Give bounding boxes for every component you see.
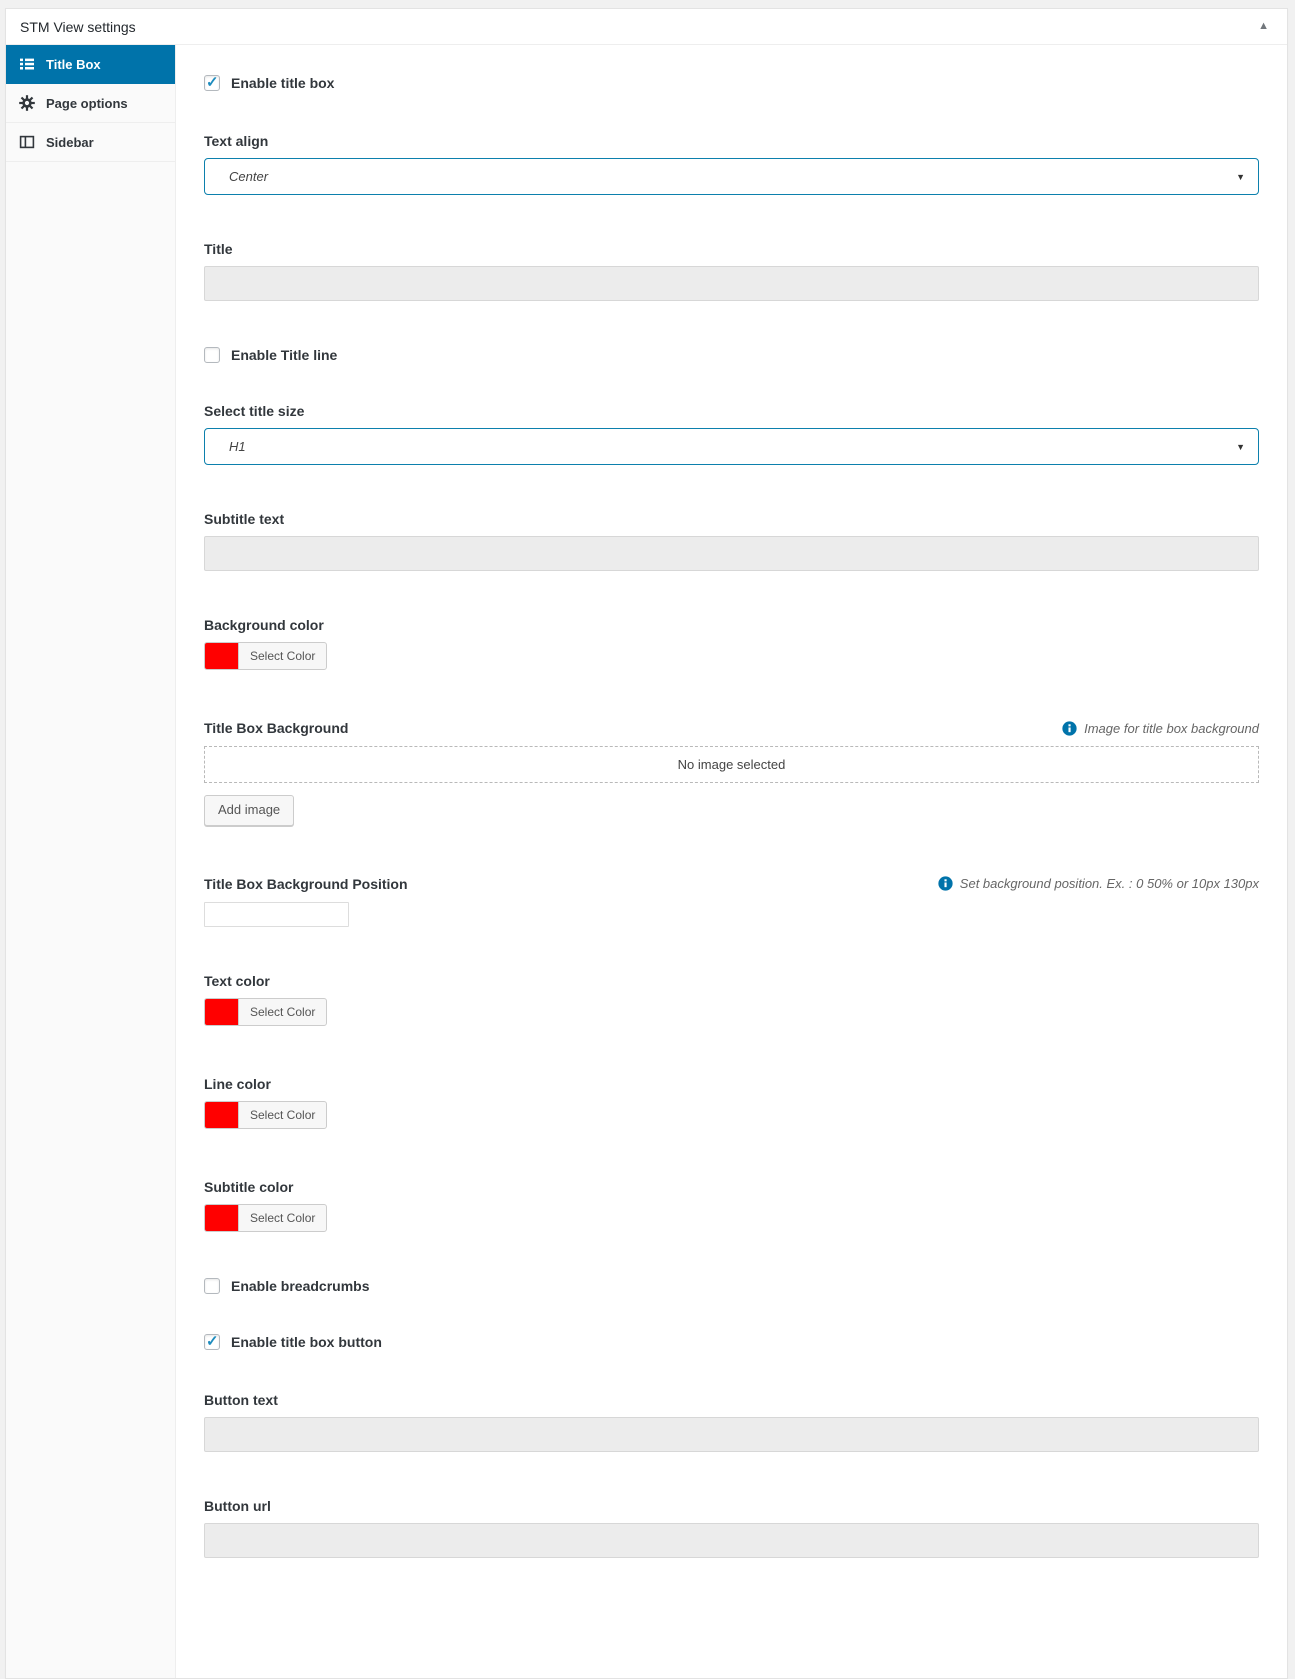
title-size-select[interactable]: H1 ▼ bbox=[204, 428, 1259, 465]
button-url-field: Button url bbox=[204, 1498, 1259, 1558]
subtitle-text-field: Subtitle text bbox=[204, 511, 1259, 571]
text-color-picker-text: Select Color bbox=[239, 999, 326, 1025]
background-color-swatch bbox=[205, 643, 239, 669]
list-icon bbox=[19, 56, 35, 72]
button-text-field: Button text bbox=[204, 1392, 1259, 1452]
line-color-swatch bbox=[205, 1102, 239, 1128]
subtitle-color-picker-text: Select Color bbox=[239, 1205, 326, 1231]
tab-page-options-label: Page options bbox=[46, 96, 128, 111]
title-box-background-label-row: Title Box Background Image for title box… bbox=[204, 720, 1259, 736]
enable-title-box-button-field: Enable title box button bbox=[204, 1334, 1259, 1350]
enable-title-box-checkbox[interactable] bbox=[204, 75, 220, 91]
panel-header: STM View settings ▲ bbox=[6, 9, 1287, 45]
enable-title-box-field: Enable title box bbox=[204, 75, 1259, 91]
subtitle-text-input[interactable] bbox=[204, 536, 1259, 571]
enable-title-box-label: Enable title box bbox=[231, 75, 334, 91]
select-title-size-label: Select title size bbox=[204, 403, 1259, 419]
line-color-label: Line color bbox=[204, 1076, 1259, 1092]
title-box-background-position-label-row: Title Box Background Position Set backgr… bbox=[204, 876, 1259, 892]
title-box-background-position-label: Title Box Background Position bbox=[204, 876, 408, 892]
background-color-picker-button[interactable]: Select Color bbox=[204, 642, 327, 670]
settings-content: Enable title box Text align Center ▼ Tit… bbox=[176, 45, 1287, 1678]
no-image-selected-text: No image selected bbox=[678, 757, 786, 772]
stm-view-settings-panel: STM View settings ▲ Title Box bbox=[5, 8, 1288, 1679]
enable-title-line-label: Enable Title line bbox=[231, 347, 337, 363]
enable-breadcrumbs-label: Enable breadcrumbs bbox=[231, 1278, 370, 1294]
background-color-label: Background color bbox=[204, 617, 1259, 633]
title-field: Title bbox=[204, 241, 1259, 301]
background-position-input[interactable] bbox=[204, 902, 349, 927]
subtitle-color-picker-button[interactable]: Select Color bbox=[204, 1204, 327, 1232]
title-box-background-field: Title Box Background Image for title box… bbox=[204, 720, 1259, 826]
tab-sidebar[interactable]: Sidebar bbox=[6, 123, 175, 162]
text-align-selected-value: Center bbox=[229, 169, 268, 184]
title-box-background-position-info-text: Set background position. Ex. : 0 50% or … bbox=[960, 876, 1259, 891]
title-input[interactable] bbox=[204, 266, 1259, 301]
title-label: Title bbox=[204, 241, 1259, 257]
tab-page-options[interactable]: Page options bbox=[6, 84, 175, 123]
title-size-selected-value: H1 bbox=[229, 439, 246, 454]
info-icon bbox=[938, 876, 953, 891]
text-color-swatch bbox=[205, 999, 239, 1025]
add-image-button[interactable]: Add image bbox=[204, 795, 294, 826]
enable-title-box-button-checkbox[interactable] bbox=[204, 1334, 220, 1350]
line-color-field: Line color Select Color bbox=[204, 1076, 1259, 1133]
title-box-background-label: Title Box Background bbox=[204, 720, 348, 736]
panel-title: STM View settings bbox=[20, 19, 136, 35]
subtitle-color-swatch bbox=[205, 1205, 239, 1231]
info-icon bbox=[1062, 721, 1077, 736]
enable-breadcrumbs-field: Enable breadcrumbs bbox=[204, 1278, 1259, 1294]
background-color-picker-text: Select Color bbox=[239, 643, 326, 669]
text-align-label: Text align bbox=[204, 133, 1259, 149]
line-color-picker-text: Select Color bbox=[239, 1102, 326, 1128]
panel-body: Title Box bbox=[6, 45, 1287, 1678]
collapse-up-icon: ▲ bbox=[1258, 20, 1269, 32]
title-box-background-info-text: Image for title box background bbox=[1084, 721, 1259, 736]
text-color-label: Text color bbox=[204, 973, 1259, 989]
select-title-size-field: Select title size H1 ▼ bbox=[204, 403, 1259, 465]
button-url-input[interactable] bbox=[204, 1523, 1259, 1558]
image-dropzone: No image selected bbox=[204, 746, 1259, 783]
tab-title-box[interactable]: Title Box bbox=[6, 45, 175, 84]
collapse-toggle-button[interactable]: ▲ bbox=[1252, 19, 1275, 34]
enable-breadcrumbs-checkbox[interactable] bbox=[204, 1278, 220, 1294]
subtitle-text-label: Subtitle text bbox=[204, 511, 1259, 527]
title-box-background-info: Image for title box background bbox=[1062, 721, 1259, 736]
background-color-field: Background color Select Color bbox=[204, 617, 1259, 674]
text-align-field: Text align Center ▼ bbox=[204, 133, 1259, 195]
enable-title-line-checkbox[interactable] bbox=[204, 347, 220, 363]
button-text-input[interactable] bbox=[204, 1417, 1259, 1452]
chevron-down-icon: ▼ bbox=[1236, 442, 1245, 452]
gear-icon bbox=[19, 95, 35, 111]
text-align-select[interactable]: Center ▼ bbox=[204, 158, 1259, 195]
tab-sidebar-label: Sidebar bbox=[46, 135, 94, 150]
chevron-down-icon: ▼ bbox=[1236, 172, 1245, 182]
button-text-label: Button text bbox=[204, 1392, 1259, 1408]
title-box-background-position-info: Set background position. Ex. : 0 50% or … bbox=[938, 876, 1259, 891]
tab-title-box-label: Title Box bbox=[46, 57, 101, 72]
enable-title-line-field: Enable Title line bbox=[204, 347, 1259, 363]
subtitle-color-field: Subtitle color Select Color bbox=[204, 1179, 1259, 1236]
button-url-label: Button url bbox=[204, 1498, 1259, 1514]
line-color-picker-button[interactable]: Select Color bbox=[204, 1101, 327, 1129]
settings-tabs: Title Box bbox=[6, 45, 176, 1678]
enable-title-box-button-label: Enable title box button bbox=[231, 1334, 382, 1350]
text-color-picker-button[interactable]: Select Color bbox=[204, 998, 327, 1026]
subtitle-color-label: Subtitle color bbox=[204, 1179, 1259, 1195]
columns-icon bbox=[19, 134, 35, 150]
title-box-background-position-field: Title Box Background Position Set backgr… bbox=[204, 876, 1259, 927]
text-color-field: Text color Select Color bbox=[204, 973, 1259, 1030]
